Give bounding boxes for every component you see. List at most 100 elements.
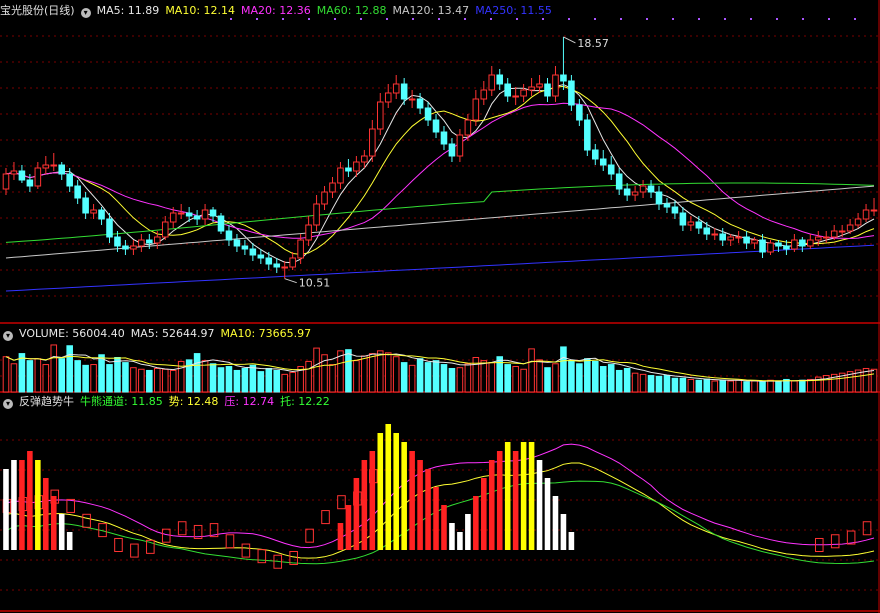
top-dot [854,18,856,20]
volume-bar [870,368,878,393]
histogram-bar [528,442,535,550]
histogram-bar [353,478,360,550]
volume-bar [233,369,241,393]
candle-body [520,89,527,97]
pressure-box [161,528,171,543]
volume-bar [408,364,416,393]
candle-body [703,227,711,235]
histogram-bar [337,523,344,550]
candle-body [66,173,73,187]
volume-bar [520,368,527,393]
candle-body [631,191,639,196]
candle-body [169,212,177,223]
price-ma-lines [5,84,875,292]
volume-bar [169,369,177,393]
volume-bar [273,369,281,393]
volume-bar [353,360,360,393]
candle-body [560,74,567,82]
volume-bar [576,363,583,393]
top-dot [646,18,648,20]
volume-bar [42,364,50,393]
price-indicator-0: MA5: 11.89 [96,4,160,17]
candle-body [711,233,719,236]
histogram-bar [433,487,439,550]
histogram-bar [369,451,376,550]
collapse-icon[interactable]: ▾ [80,8,91,18]
histogram-bar [66,532,73,550]
volume-bar [703,378,711,393]
volume-bar [488,362,496,393]
volume-bar [592,360,599,393]
volume-bar [2,356,10,393]
volume-bar [376,350,384,393]
volume-bar [345,349,352,393]
top-dot [594,18,596,20]
pressure-box [82,513,91,528]
candle-body [10,170,18,175]
collapse-icon[interactable]: ▾ [3,331,13,341]
volume-bar [799,379,806,393]
volume-bar [58,358,66,393]
candle-body [480,89,488,100]
pressure-box [241,543,251,558]
candle-body [528,86,535,91]
histogram-bar [385,424,392,550]
candle-body [870,209,878,212]
volume-bar [432,360,440,393]
volume-bar [122,362,129,393]
volume-bar [106,364,113,393]
top-dot [750,18,752,20]
histogram-bar [425,469,431,550]
histogram-bar [481,478,487,550]
candle-body [82,197,89,214]
volume-bar [161,368,169,393]
tag-bang: 榜 [383,309,394,322]
candle-body [98,209,105,220]
candle-body [464,119,472,136]
candle-body [719,233,726,241]
candle-body [90,209,97,214]
volume-bar [536,359,543,393]
candle-body [862,209,870,220]
volume-bar [767,379,774,393]
pressure-box [225,534,235,549]
candle-body [424,107,432,121]
volume-bar [18,353,26,393]
candle-body [273,263,281,268]
volume-bar [679,377,687,393]
candle-body [209,209,217,217]
chart-stage: 18.57 10.51 [0,0,880,613]
volume-indicator-1: MA5: 52644.97 [130,327,215,340]
indicator-panel-header: ▾ 反弹趋势牛 牛熊通道: 11.85 势: 12.48 压: 12.74 托: 12.2… [0,393,342,411]
candle-body [830,230,838,238]
candle-body [161,221,169,238]
candle-body [783,245,790,250]
histogram-bar [504,442,511,550]
candle-body [353,161,360,172]
candle-body [799,239,806,247]
volume-bar [90,364,97,393]
volume-bar [416,358,424,393]
volume-bar [568,360,575,393]
volume-indicator-list: VOLUME: 56004.40 MA5: 52644.97 MA10: 73665… [19,327,317,340]
volume-bar [480,360,488,393]
volume-bar [512,366,519,393]
volume-bar [735,379,742,393]
candle-body [615,173,623,190]
candle-body [321,191,328,205]
histogram-bar [361,460,368,550]
candle-body [814,236,822,241]
candle-body [655,191,663,205]
candle-body [775,242,782,247]
candle-body [791,239,798,250]
collapse-icon[interactable]: ▾ [3,399,13,409]
volume-bar [791,380,798,393]
volume-bar [217,367,225,393]
candle-body [305,224,312,241]
volume-bar [663,375,671,393]
candle-body [592,149,599,160]
volume-bar [695,379,703,393]
candle-body [822,236,830,239]
candle-body [225,230,233,241]
price-indicator-2: MA20: 12.36 [241,4,311,17]
